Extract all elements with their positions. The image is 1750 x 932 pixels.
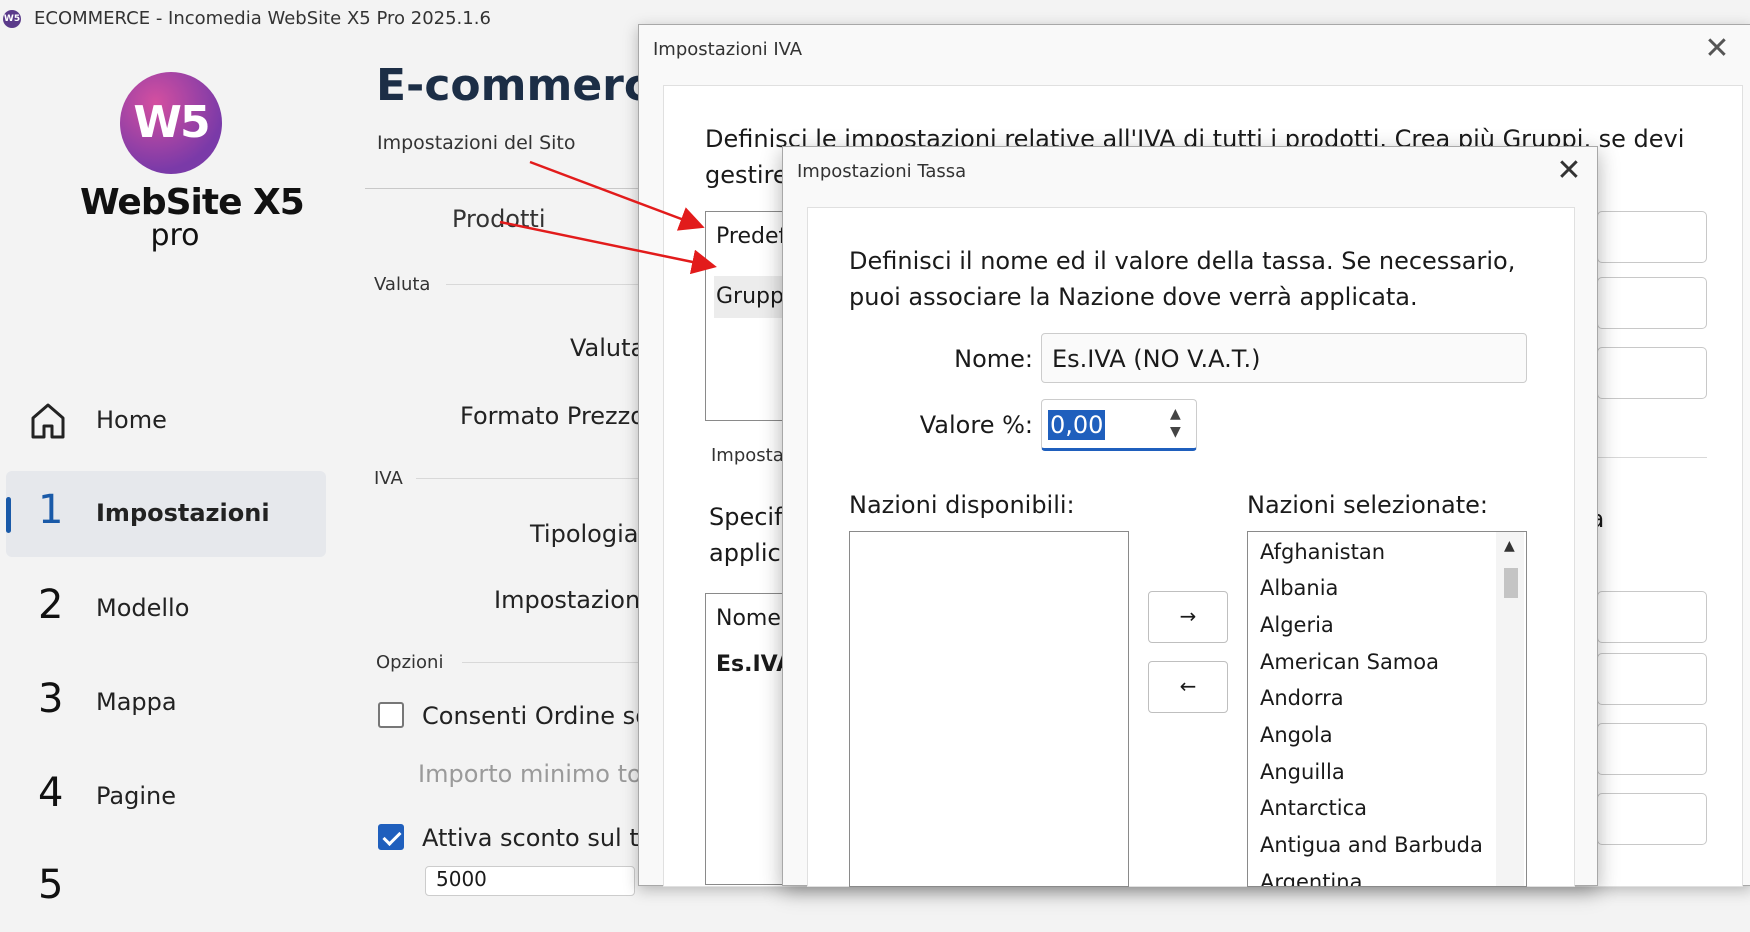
sidebar-item-home[interactable]: Home (6, 378, 326, 464)
scrollbar[interactable]: ▲ (1496, 532, 1524, 886)
attiva-sconto-checkbox[interactable] (378, 824, 404, 850)
home-icon (31, 403, 65, 439)
window-title: ECOMMERCE - Incomedia WebSite X5 Pro 202… (34, 8, 491, 29)
label-tipologia: Tipologia (530, 520, 639, 548)
right-button[interactable] (1597, 793, 1707, 845)
close-icon[interactable]: ✕ (1699, 31, 1735, 66)
sidebar-item-5[interactable]: 5 (6, 846, 326, 932)
sidebar-item-number: 1 (38, 487, 64, 533)
available-countries-list[interactable] (849, 531, 1129, 887)
consenti-ordine-checkbox[interactable] (378, 702, 404, 728)
sidebar-item-mappa[interactable]: 3 Mappa (6, 660, 326, 746)
sidebar-item-label: Mappa (96, 688, 177, 716)
right-button[interactable] (1597, 211, 1707, 263)
list-item[interactable]: Afghanistan (1260, 540, 1385, 564)
list-item[interactable]: Andorra (1260, 686, 1344, 710)
app-icon: W5 (3, 10, 21, 28)
divider (446, 284, 646, 285)
divider (416, 478, 646, 479)
logo-name: WebSite X5 (80, 182, 305, 223)
valore-value: 0,00 (1048, 410, 1106, 440)
list-item[interactable]: Predef (716, 224, 786, 249)
tax-settings-dialog: Impostazioni Tassa ✕ Definisci il nome e… (782, 146, 1598, 887)
table-header: Nome (716, 606, 781, 631)
sconto-input[interactable]: 5000 (425, 866, 635, 896)
right-button[interactable] (1597, 591, 1707, 643)
logo-sub: pro (150, 218, 200, 253)
nome-input[interactable]: Es.IVA (NO V.A.T.) (1041, 333, 1527, 383)
list-item[interactable]: Algeria (1260, 613, 1334, 637)
list-item[interactable]: Grupp (716, 284, 784, 309)
breadcrumb: Impostazioni del Sito (377, 132, 576, 154)
divider (462, 662, 646, 663)
scrollbar-thumb[interactable] (1504, 568, 1518, 598)
consenti-ordine-label: Consenti Ordine so (422, 702, 650, 730)
sidebar-item-number: 2 (38, 582, 64, 628)
importo-minimo-label: Importo minimo to (418, 760, 642, 788)
label-impostazioni: Impostazioni (494, 586, 647, 614)
list-item[interactable]: Anguilla (1260, 760, 1345, 784)
sidebar-item-label: Impostazioni (96, 499, 270, 527)
valore-label: Valore %: (919, 411, 1033, 439)
sidebar-item-pagine[interactable]: 4 Pagine (6, 754, 326, 840)
list-item[interactable]: Antarctica (1260, 796, 1367, 820)
list-item[interactable]: Argentina (1260, 870, 1362, 886)
spin-up-icon[interactable]: ▲ (1170, 406, 1181, 422)
active-indicator (6, 497, 11, 533)
sidebar-item-label: Home (96, 406, 167, 434)
label-valuta: Valuta (570, 334, 646, 362)
valore-stepper[interactable]: 0,00 ▲ ▼ (1041, 399, 1197, 451)
right-button[interactable] (1597, 277, 1707, 329)
websitex5-logo-icon: W5 (120, 72, 222, 174)
dialog-title: Impostazioni IVA (653, 39, 803, 60)
available-countries-label: Nazioni disponibili: (849, 491, 1075, 519)
right-button[interactable] (1597, 723, 1707, 775)
section-opzioni: Opzioni (376, 652, 444, 673)
attiva-sconto-label: Attiva sconto sul to (422, 824, 654, 852)
tab-prodotti[interactable]: Prodotti (452, 205, 545, 233)
section-valuta: Valuta (374, 274, 431, 295)
list-item[interactable]: Albania (1260, 576, 1338, 600)
sidebar-item-number: 4 (38, 770, 64, 816)
list-item[interactable]: Angola (1260, 723, 1333, 747)
right-button[interactable] (1597, 653, 1707, 705)
label-formato-prezzo: Formato Prezzo (460, 402, 645, 430)
right-button[interactable] (1597, 347, 1707, 399)
add-country-button[interactable]: → (1148, 591, 1228, 643)
scroll-up-icon[interactable]: ▲ (1504, 538, 1515, 554)
selected-countries-label: Nazioni selezionate: (1247, 491, 1488, 519)
sidebar-item-impostazioni[interactable]: 1 Impostazioni (6, 471, 326, 557)
sidebar-item-modello[interactable]: 2 Modello (6, 566, 326, 652)
section-iva: IVA (374, 468, 403, 489)
nome-label: Nome: (954, 345, 1033, 373)
remove-country-button[interactable]: ← (1148, 661, 1228, 713)
sidebar-item-number: 5 (38, 862, 64, 908)
page-title: E-commerce (376, 60, 680, 111)
sidebar-item-number: 3 (38, 676, 64, 722)
list-item[interactable]: Antigua and Barbuda (1260, 833, 1483, 857)
close-icon[interactable]: ✕ (1551, 153, 1587, 188)
spin-down-icon[interactable]: ▼ (1170, 424, 1181, 440)
sidebar-item-label: Pagine (96, 782, 176, 810)
list-item[interactable]: American Samoa (1260, 650, 1439, 674)
section-imposta: Imposta (711, 445, 784, 466)
dialog-description-2: gestire (705, 161, 788, 189)
dialog-title: Impostazioni Tassa (797, 161, 967, 182)
sidebar-item-label: Modello (96, 594, 190, 622)
dialog-description: Definisci il nome ed il valore della tas… (849, 247, 1516, 311)
selected-countries-list[interactable]: Afghanistan Albania Algeria American Sam… (1247, 531, 1527, 887)
